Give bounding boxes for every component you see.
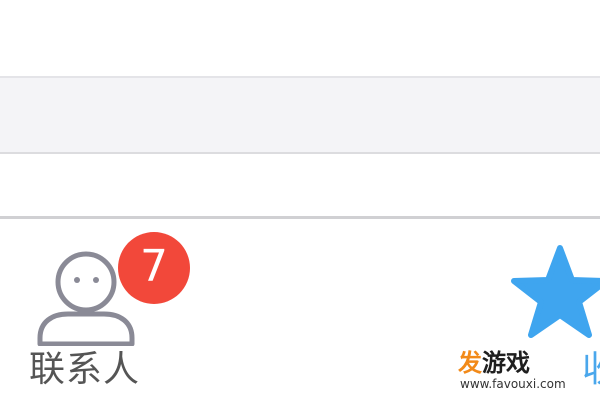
watermark-logo: 发游戏 bbox=[458, 350, 530, 376]
tab-contacts[interactable]: 7 联系人 bbox=[20, 232, 195, 400]
star-icon bbox=[511, 245, 600, 338]
top-blank-area bbox=[0, 0, 600, 76]
watermark-url: www.favouxi.com bbox=[460, 377, 566, 391]
list-row[interactable] bbox=[0, 154, 600, 216]
tab-contacts-label: 联系人 bbox=[29, 349, 141, 390]
search-band[interactable] bbox=[0, 78, 600, 152]
unread-count-badge: 7 bbox=[118, 232, 190, 304]
watermark-logo-text: 游戏 bbox=[482, 349, 530, 377]
watermark-logo-accent: 发 bbox=[458, 349, 482, 377]
site-watermark: 发游戏 www.favouxi.com bbox=[458, 350, 586, 392]
